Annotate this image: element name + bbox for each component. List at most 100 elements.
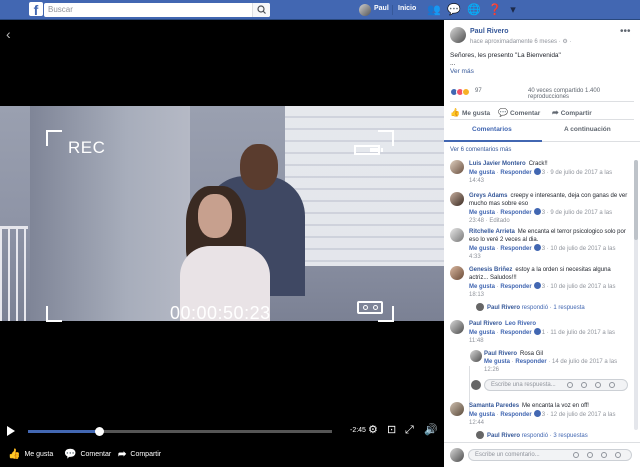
post-time[interactable]: hace aproximadamente 6 meses <box>470 39 557 45</box>
comment-date[interactable]: 12 de julio de 2017 a las <box>550 412 615 418</box>
post-share-button[interactable]: ➦ Compartir <box>552 108 592 117</box>
reaction-count[interactable]: 97 <box>475 88 482 94</box>
reply-text[interactable]: Rosa Gil <box>520 351 543 357</box>
commenter-avatar[interactable] <box>450 402 464 416</box>
edited-label[interactable]: · Editado <box>486 218 510 224</box>
reply-time[interactable]: 12:26 <box>484 367 499 373</box>
commenter-avatar[interactable] <box>450 160 464 174</box>
reaction-icons[interactable] <box>450 87 470 96</box>
comment-input[interactable]: Escribe un comentario... <box>468 449 632 461</box>
commenter-name[interactable]: Greys Adams <box>469 193 507 199</box>
more-options-icon[interactable]: ••• <box>620 26 631 37</box>
home-link[interactable]: Inicio <box>398 5 416 12</box>
back-arrow-icon[interactable]: ‹ <box>6 26 11 42</box>
comment-reply-link[interactable]: Responder <box>500 246 531 252</box>
commenter-avatar[interactable] <box>450 266 464 280</box>
commenter-name[interactable]: Genesis Briñez <box>469 267 512 273</box>
settings-gear-icon[interactable]: ⚙ <box>368 424 378 436</box>
comment-time[interactable]: 23:48 <box>469 218 484 224</box>
reply-date[interactable]: 14 de julio de 2017 a las <box>552 359 617 365</box>
author-name[interactable]: Paul Rivero <box>470 28 509 35</box>
shares-and-views[interactable]: 40 veces compartido 1.400 reproducciones <box>528 88 640 100</box>
comment-date[interactable]: 9 de julio de 2017 a las <box>550 170 612 176</box>
camera-icon[interactable] <box>587 452 593 458</box>
remaining-time: -2:45 <box>350 427 366 434</box>
facebook-logo[interactable]: f <box>29 2 43 16</box>
comment-reply-link[interactable]: Responder <box>500 210 531 216</box>
notifications-icon[interactable]: 🌐 <box>467 3 481 17</box>
comment-like-link[interactable]: Me gusta <box>469 330 495 336</box>
search-icon <box>257 5 266 14</box>
reply-author-name[interactable]: Paul Rivero <box>484 351 517 357</box>
comment-time[interactable]: 4:33 <box>469 254 481 260</box>
emoji-icon[interactable] <box>573 452 579 458</box>
play-icon[interactable] <box>7 426 15 436</box>
see-more-link[interactable]: Ver más <box>450 68 474 75</box>
gif-icon[interactable] <box>601 452 607 458</box>
comment-time[interactable]: 12:44 <box>469 420 484 426</box>
comment-like-link[interactable]: Me gusta <box>469 284 495 290</box>
messenger-icon[interactable]: 💬 <box>447 3 461 17</box>
divider <box>450 101 634 102</box>
scene-rail <box>0 226 28 321</box>
comment-reply-link[interactable]: Responder <box>500 170 531 176</box>
view-more-comments-link[interactable]: Ver 6 comentarios más <box>450 147 511 153</box>
comment-date[interactable]: 11 de julio de 2017 a las <box>550 330 615 336</box>
replier-avatar <box>476 303 484 311</box>
picture-in-picture-icon[interactable]: ⊡ <box>387 424 396 436</box>
post-like-button[interactable]: 👍 Me gusta <box>450 108 490 117</box>
menu-caret-icon[interactable]: ▾ <box>506 3 520 17</box>
view-replies-link[interactable]: Paul Rivero respondió · 3 respuestas <box>476 431 588 439</box>
scrollbar-thumb[interactable] <box>634 160 638 240</box>
tab-comments[interactable]: Comentarios <box>472 126 512 133</box>
progress-bar[interactable] <box>28 427 332 436</box>
reply-author-avatar[interactable] <box>470 350 482 362</box>
commenter-name[interactable]: Luis Javier Montero <box>469 161 526 167</box>
commenter-avatar[interactable] <box>450 192 464 206</box>
reply-reply-link[interactable]: Responder <box>515 359 546 365</box>
search-button[interactable] <box>252 3 270 17</box>
video-comment-button[interactable]: 💬 Comentar <box>64 449 111 460</box>
help-icon[interactable]: ❓ <box>488 3 502 17</box>
search-input[interactable]: Buscar <box>44 3 270 17</box>
comment-reply-link[interactable]: Responder <box>500 412 531 418</box>
commenter-avatar[interactable] <box>450 320 464 334</box>
reply-input[interactable]: Escribe una respuesta... <box>484 379 628 391</box>
user-avatar[interactable] <box>359 4 371 16</box>
emoji-icon[interactable] <box>567 382 573 388</box>
tab-up-next[interactable]: A continuación <box>564 126 611 133</box>
sticker-icon[interactable] <box>609 382 615 388</box>
commenter-avatar[interactable] <box>450 228 464 242</box>
sticker-icon[interactable] <box>615 452 621 458</box>
commenter-name[interactable]: Ritchelle Arrieta <box>469 229 515 235</box>
comment-reply-link[interactable]: Responder <box>500 284 531 290</box>
author-avatar[interactable] <box>450 27 466 43</box>
video-share-button[interactable]: ➦ Compartir <box>118 449 161 460</box>
comment-like-link[interactable]: Me gusta <box>469 210 495 216</box>
comment-date[interactable]: 9 de julio de 2017 a las <box>550 210 612 216</box>
commenter-name[interactable]: Paul Rivero <box>469 321 502 327</box>
video-like-button[interactable]: 👍 Me gusta <box>8 449 53 460</box>
post-comment-button[interactable]: 💬 Comentar <box>498 108 540 117</box>
comment-time[interactable]: 18:13 <box>469 292 484 298</box>
comment-like-link[interactable]: Me gusta <box>469 412 495 418</box>
comment-text[interactable]: Leo Rivero <box>505 321 536 327</box>
comment-date[interactable]: 10 de julio de 2017 a las <box>550 246 615 252</box>
reply-like-link[interactable]: Me gusta <box>484 359 510 365</box>
fullscreen-icon[interactable]: ⤢ <box>405 424 414 436</box>
gif-icon[interactable] <box>595 382 601 388</box>
comment-time[interactable]: 14:43 <box>469 178 484 184</box>
user-name-link[interactable]: Paul <box>374 5 389 12</box>
friends-icon[interactable]: 👥 <box>427 3 441 17</box>
camera-icon[interactable] <box>581 382 587 388</box>
view-replies-link[interactable]: Paul Rivero respondió · 1 respuesta <box>476 303 585 311</box>
comment-reply-link[interactable]: Responder <box>500 330 531 336</box>
volume-icon[interactable]: 🔊 <box>424 424 438 436</box>
comment-time[interactable]: 11:48 <box>469 338 484 344</box>
comment-date[interactable]: 10 de julio de 2017 a las <box>550 284 615 290</box>
own-avatar <box>450 448 464 462</box>
commenter-name[interactable]: Samanta Paredes <box>469 403 519 409</box>
comment-like-link[interactable]: Me gusta <box>469 170 495 176</box>
comment-like-link[interactable]: Me gusta <box>469 246 495 252</box>
comments-scrollbar[interactable] <box>634 160 638 430</box>
